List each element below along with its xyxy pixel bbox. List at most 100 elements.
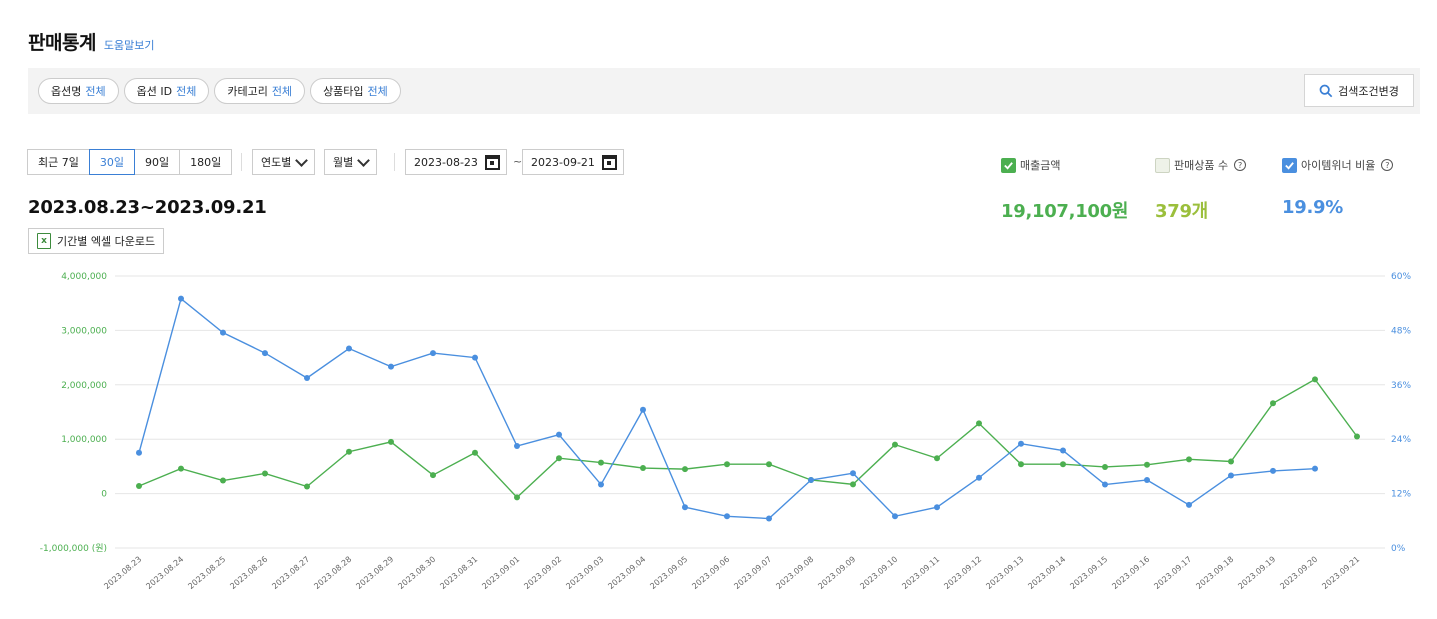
data-point bbox=[850, 481, 856, 488]
calendar-icon[interactable] bbox=[485, 154, 500, 170]
filter-chip-product-type[interactable]: 상품타입 전체 bbox=[310, 78, 401, 104]
right-axis-tick-label: 36% bbox=[1391, 381, 1411, 391]
monthly-select[interactable]: 월별 bbox=[324, 149, 378, 175]
end-date-value: 2023-09-21 bbox=[531, 155, 595, 169]
data-point bbox=[1312, 376, 1318, 383]
x-axis-tick-label: 2023.08.23 bbox=[102, 555, 143, 591]
sales-line-chart: 4,000,000 60% 3,000,000 48% 2,000,000 36% 1,00… bbox=[40, 272, 1412, 591]
data-point bbox=[1270, 467, 1276, 474]
excel-download-label: 기간별 엑셀 다운로드 bbox=[57, 235, 156, 248]
data-point bbox=[346, 448, 352, 455]
kpi-sales-amount: 19,107,100원 bbox=[1001, 201, 1129, 222]
left-axis-tick-label: 1,000,000 bbox=[61, 435, 107, 445]
start-date-field[interactable]: 2023-08-23 bbox=[405, 149, 507, 175]
data-point bbox=[682, 466, 688, 473]
filter-chip-category[interactable]: 카테고리 전체 bbox=[214, 78, 306, 104]
range-7-days-button[interactable]: 최근 7일 bbox=[27, 149, 90, 175]
change-search-conditions-button[interactable]: 검색조건변경 bbox=[1304, 74, 1414, 107]
right-axis-tick-label: 0% bbox=[1391, 544, 1406, 554]
legend-items-toggle[interactable]: 판매상품 수 ? bbox=[1155, 157, 1247, 173]
yearly-select[interactable]: 연도별 bbox=[252, 149, 316, 175]
period-range-group: 최근 7일 30일 90일 180일 bbox=[27, 149, 233, 175]
date-separator: ~ bbox=[513, 155, 523, 168]
filter-label: 옵션 ID bbox=[136, 85, 173, 98]
data-point bbox=[640, 465, 646, 472]
range-180-days-button[interactable]: 180일 bbox=[179, 149, 233, 175]
range-90-days-button[interactable]: 90일 bbox=[133, 149, 181, 175]
data-point bbox=[514, 494, 520, 501]
legend-sales-toggle[interactable]: 매출금액 bbox=[1001, 157, 1060, 173]
checkbox-checked-icon[interactable] bbox=[1001, 157, 1016, 173]
checkbox-unchecked-icon[interactable] bbox=[1155, 157, 1170, 173]
data-point bbox=[1018, 440, 1024, 447]
data-point bbox=[1102, 481, 1108, 488]
title-row: 판매통계 도움말보기 bbox=[28, 28, 155, 55]
data-point bbox=[724, 513, 730, 520]
x-axis-tick-label: 2023.09.05 bbox=[648, 555, 689, 591]
data-point bbox=[808, 477, 814, 483]
data-point bbox=[850, 470, 856, 477]
data-point bbox=[220, 329, 226, 336]
start-date-value: 2023-08-23 bbox=[414, 155, 478, 169]
x-axis-tick-label: 2023.08.29 bbox=[354, 555, 395, 591]
x-axis-tick-label: 2023.09.21 bbox=[1320, 555, 1361, 591]
x-axis-tick-label: 2023.09.11 bbox=[900, 555, 941, 591]
end-date-field[interactable]: 2023-09-21 bbox=[522, 149, 624, 175]
data-point bbox=[220, 477, 226, 484]
data-point bbox=[262, 350, 268, 357]
filter-label: 상품타입 bbox=[323, 85, 364, 98]
yearly-select-label: 연도별 bbox=[261, 156, 292, 169]
data-point bbox=[682, 504, 688, 511]
range-30-days-button[interactable]: 30일 bbox=[88, 149, 135, 175]
x-axis-tick-label: 2023.09.18 bbox=[1194, 555, 1235, 591]
help-link[interactable]: 도움말보기 bbox=[104, 37, 155, 53]
data-point bbox=[976, 420, 982, 427]
data-point bbox=[724, 461, 730, 468]
data-point bbox=[1144, 477, 1150, 483]
data-point bbox=[430, 350, 436, 357]
chevron-down-icon bbox=[357, 153, 371, 167]
legend-winner-toggle[interactable]: 아이템위너 비율 ? bbox=[1282, 157, 1394, 173]
filter-label: 옵션명 bbox=[51, 85, 82, 98]
left-axis-tick-label: -1,000,000 (원) bbox=[40, 543, 107, 554]
data-point bbox=[430, 472, 436, 479]
filter-chip-option-id[interactable]: 옵션 ID 전체 bbox=[123, 78, 210, 104]
filter-label: 카테고리 bbox=[227, 85, 268, 98]
kpi-item-winner-ratio: 19.9% bbox=[1282, 197, 1343, 218]
excel-download-button[interactable]: x 기간별 엑셀 다운로드 bbox=[28, 228, 165, 254]
filter-value: 전체 bbox=[85, 85, 106, 98]
chevron-down-icon bbox=[295, 153, 309, 167]
data-point bbox=[1186, 501, 1192, 508]
x-axis-tick-label: 2023.09.09 bbox=[816, 555, 857, 591]
x-axis-tick-label: 2023.09.01 bbox=[480, 555, 521, 591]
x-axis-tick-label: 2023.09.19 bbox=[1236, 555, 1277, 591]
divider bbox=[394, 153, 395, 171]
data-point bbox=[1312, 465, 1318, 472]
x-axis-tick-label: 2023.08.24 bbox=[144, 555, 185, 591]
filter-bar: 옵션명 전체 옵션 ID 전체 카테고리 전체 상품타입 전체 검색조건변경 bbox=[28, 68, 1420, 114]
help-question-icon[interactable]: ? bbox=[1381, 159, 1394, 171]
calendar-icon[interactable] bbox=[602, 154, 617, 170]
data-point bbox=[136, 449, 142, 456]
x-axis-tick-label: 2023.08.31 bbox=[438, 555, 479, 591]
data-point bbox=[1060, 447, 1066, 454]
filter-chip-option-name[interactable]: 옵션명 전체 bbox=[38, 78, 119, 104]
checkbox-checked-icon[interactable] bbox=[1282, 157, 1297, 173]
data-point bbox=[766, 461, 772, 468]
left-axis-tick-label: 3,000,000 bbox=[61, 326, 107, 336]
data-point bbox=[346, 345, 352, 352]
help-question-icon[interactable]: ? bbox=[1234, 159, 1247, 171]
x-axis-tick-label: 2023.09.13 bbox=[984, 555, 1025, 591]
data-point bbox=[1102, 463, 1108, 470]
data-point bbox=[934, 455, 940, 462]
data-point bbox=[598, 481, 604, 488]
data-point bbox=[472, 354, 478, 361]
data-point bbox=[640, 406, 646, 413]
x-axis-tick-label: 2023.08.28 bbox=[312, 555, 353, 591]
right-axis-tick-label: 24% bbox=[1391, 435, 1411, 445]
x-axis-tick-label: 2023.08.25 bbox=[186, 555, 227, 591]
data-point bbox=[472, 449, 478, 456]
data-point bbox=[556, 455, 562, 462]
right-axis-tick-label: 60% bbox=[1391, 272, 1411, 282]
data-point bbox=[1186, 456, 1192, 463]
